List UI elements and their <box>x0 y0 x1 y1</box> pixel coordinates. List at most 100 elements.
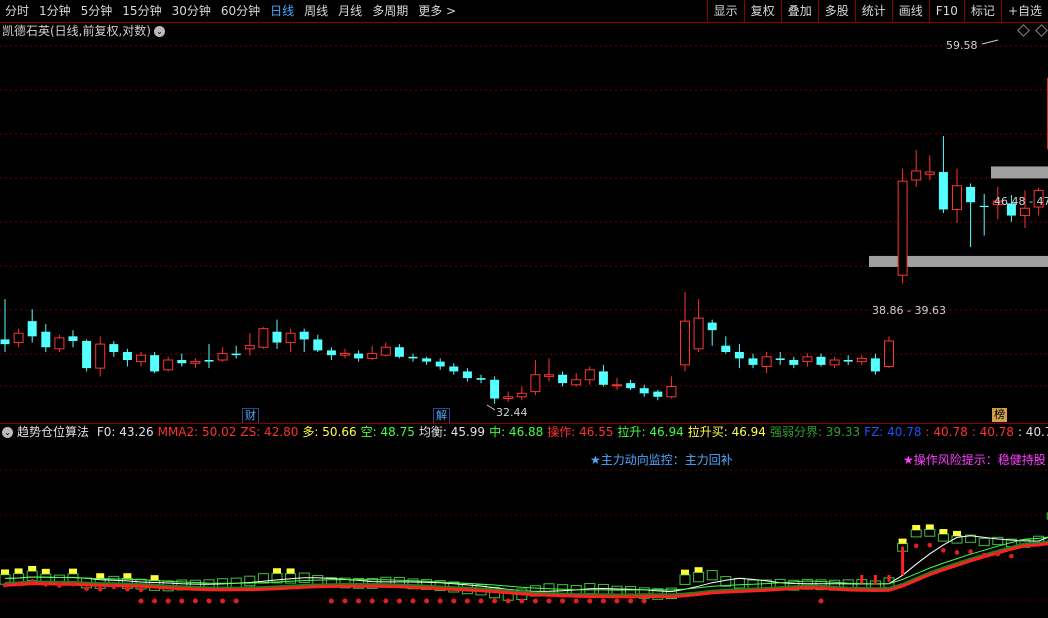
candle-body <box>707 322 717 331</box>
resistance-zone <box>991 166 1048 179</box>
high-arrow <box>981 39 999 45</box>
candle-body <box>584 369 595 381</box>
indicator-value-0: F0: 43.26 <box>96 425 154 439</box>
candle-body <box>775 358 785 361</box>
signal-dot <box>451 598 457 604</box>
event-tag-list[interactable]: 榜 <box>992 408 1007 422</box>
signal-dot <box>233 598 239 604</box>
signal-dot <box>818 598 824 604</box>
event-tag-unlock[interactable]: 解 <box>433 408 450 424</box>
signal-dot <box>165 598 171 604</box>
candle-body <box>952 185 962 210</box>
signal-dot <box>192 598 198 604</box>
candle-body <box>380 346 391 356</box>
signal-dot <box>342 598 348 604</box>
indicator-box <box>733 577 745 589</box>
trend-dot <box>2 582 8 588</box>
indicator-marker <box>150 575 159 581</box>
candle-body <box>190 361 201 364</box>
risk-notice: ★操作风险提示：稳健持股 <box>903 453 1046 467</box>
trend-dot <box>43 582 49 587</box>
indicator-value-12: : 40.78 <box>925 425 968 439</box>
candle-body <box>911 170 922 181</box>
low-arrow <box>486 404 496 411</box>
indicator-value-3: 多: 50.66 <box>302 425 357 439</box>
candle-body <box>843 360 853 362</box>
signal-dot <box>560 598 566 604</box>
indicator-value-6: 中: 46.88 <box>489 425 544 439</box>
signal-dot <box>519 598 525 604</box>
candle-body <box>95 343 106 369</box>
trend-dot <box>954 550 960 555</box>
support-zone <box>869 255 1048 267</box>
trend-dot <box>16 581 21 587</box>
candle-body <box>829 359 840 366</box>
trend-dot <box>29 579 35 584</box>
candle-body <box>938 172 948 210</box>
candle-body <box>68 336 78 341</box>
indicator-box <box>679 574 691 585</box>
candle-body <box>231 353 241 356</box>
indicator-marker <box>286 568 295 574</box>
indicator-box <box>244 575 256 587</box>
candle-body <box>626 383 636 389</box>
trend-dot <box>57 583 62 588</box>
indicator-marker <box>694 567 703 573</box>
candle-body <box>0 339 10 345</box>
candle-body <box>503 396 514 400</box>
candle-body <box>490 379 500 399</box>
candle-body <box>258 328 269 348</box>
trend-dot <box>97 586 103 592</box>
signal-dot <box>546 598 552 604</box>
indicator-name[interactable]: 趋势仓位算法 <box>17 425 89 439</box>
indicator-marker <box>41 568 50 574</box>
candle-body <box>789 360 799 365</box>
event-tag-finance[interactable]: 财 <box>242 408 259 424</box>
candle-body <box>966 186 976 203</box>
candle-body <box>122 351 132 361</box>
candle-body <box>924 171 935 175</box>
signal-dot <box>220 598 226 604</box>
candle-body <box>1020 207 1030 217</box>
candle-body <box>476 378 486 380</box>
upper-zone-label: 46.48 - 47 <box>994 195 1048 208</box>
indicator-value-10: 强弱分界: 39.33 <box>769 425 861 439</box>
candle-body <box>516 392 527 398</box>
indicator-marker <box>96 573 105 579</box>
indicator-marker <box>912 525 921 531</box>
signal-dot <box>396 598 402 604</box>
candle-body <box>150 355 160 372</box>
candle-body <box>272 331 282 343</box>
signal-dot <box>505 598 511 604</box>
signal-dot <box>383 598 389 604</box>
candle-body <box>748 358 758 365</box>
candle-body <box>612 384 622 387</box>
high-price-label: 59.58 <box>946 39 978 52</box>
indicator-marker <box>925 524 934 530</box>
indicator-box <box>937 533 949 542</box>
signal-dot <box>492 598 498 604</box>
indicator-value-5: 均衡: 45.99 <box>418 425 486 439</box>
indicator-marker <box>14 568 23 574</box>
candle-body <box>530 374 541 393</box>
indicator-box <box>978 537 990 547</box>
candle-body <box>354 353 364 359</box>
indicator-box <box>706 570 718 581</box>
chevron-down-icon-indicator[interactable]: ⌄ <box>2 427 13 438</box>
candle-body <box>82 340 92 369</box>
indicator-value-8: 拉升: 46.94 <box>617 425 684 439</box>
indicator-value-9: 拉升买: 46.94 <box>687 425 766 439</box>
trend-dot <box>968 549 973 554</box>
signal-dot <box>573 598 579 604</box>
trend-dot <box>138 587 144 593</box>
signal-dot <box>138 598 144 604</box>
indicator-marker <box>28 565 37 571</box>
candle-body <box>870 358 880 372</box>
indicator-marker <box>939 529 948 535</box>
candle-body <box>693 317 704 350</box>
indicator-marker <box>273 568 281 574</box>
candle-body <box>109 344 119 352</box>
candle-body <box>558 374 568 384</box>
trend-dot <box>84 586 89 592</box>
trend-dot <box>70 581 76 587</box>
